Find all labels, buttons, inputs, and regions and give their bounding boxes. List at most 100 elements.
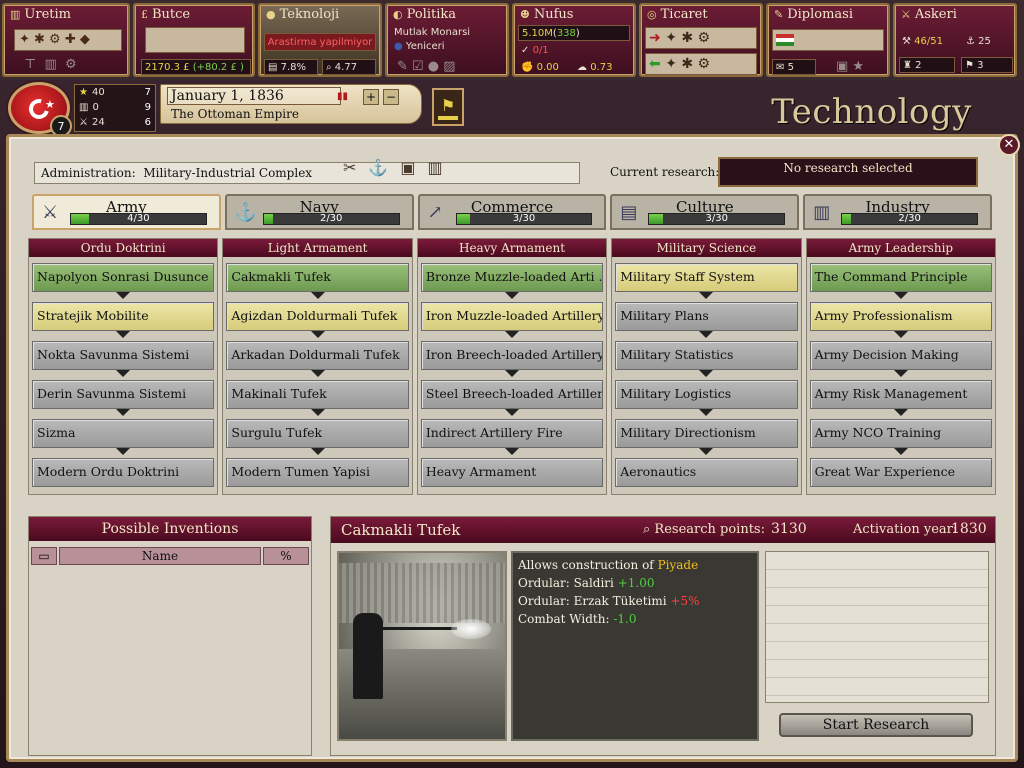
tech-item[interactable]: Heavy Armament	[420, 458, 604, 487]
tab-navy[interactable]: ⚓ Navy 2/30	[224, 194, 414, 230]
tech-item[interactable]: Nokta Savunma Sistemi	[32, 341, 215, 370]
tech-item[interactable]: Modern Ordu Doktrini	[32, 458, 215, 487]
speed-up-button[interactable]: +	[363, 89, 379, 105]
effect-label: Allows construction of	[518, 558, 658, 572]
sphere-flags[interactable]	[772, 29, 884, 51]
people-icon: ☻	[520, 8, 530, 21]
tech-item[interactable]: Bronze Muzzle-loaded Arti ...	[420, 263, 604, 292]
tech-item[interactable]: Military Plans	[615, 302, 798, 331]
exports-row[interactable]: ➜ ✦ ✱ ⚙	[645, 27, 757, 49]
tech-item[interactable]: Cakmakli Tufek	[226, 263, 409, 292]
current-date: January 1, 1836	[171, 88, 284, 104]
tech-item[interactable]: Derin Savunma Sistemi	[32, 380, 215, 409]
navy-count: ⚓ 25	[966, 35, 991, 47]
import-arrow-icon: ⬅	[649, 56, 661, 72]
tab-culture[interactable]: ▤ Culture 3/30	[610, 194, 800, 230]
militancy-value: ✊ 0.00	[521, 61, 559, 73]
leader-icon: ⚑	[965, 59, 974, 71]
tab-progress-text: 4/30	[127, 213, 150, 224]
lightbulb-icon: ●	[266, 8, 276, 21]
tech-item[interactable]: Surgulu Tufek	[226, 419, 409, 448]
tab-progress-text: 2/30	[319, 213, 343, 224]
government-type: Mutlak Monarsi	[394, 26, 471, 38]
remove-anchor-icon[interactable]: ⚓	[368, 158, 388, 177]
tech-item[interactable]: Army Decision Making	[809, 341, 993, 370]
tech-item[interactable]: Iron Breech-loaded Artillery	[420, 341, 604, 370]
tech-item[interactable]: Agizdan Doldurmali Tufek	[226, 302, 409, 331]
column-header: Military Science	[612, 239, 801, 257]
production-panel[interactable]: ▥ Uretim ✦ ✱ ⚙ ✚ ◆ ⊤ ▥ ⚙	[2, 3, 130, 77]
export-arrow-icon: ➜	[649, 30, 661, 46]
tab-army[interactable]: ⚔ Army 4/30	[32, 194, 221, 230]
close-button[interactable]: ✕	[998, 134, 1020, 156]
ruling-party: ● Yeniceri	[394, 40, 445, 52]
tech-item[interactable]: Aeronautics	[615, 458, 798, 487]
trade-panel[interactable]: ◎ Ticaret ➜ ✦ ✱ ⚙ ⬅ ✦ ✱ ⚙	[639, 3, 763, 77]
diplomacy-sub-icons[interactable]: ▣ ★	[836, 59, 864, 74]
tech-column: Heavy Armament Bronze Muzzle-loaded Arti …	[416, 238, 608, 495]
tech-item[interactable]: Army Professionalism	[809, 302, 993, 331]
budget-panel[interactable]: £ Butce 2170.3 £ (+80.2 £ )	[133, 3, 255, 77]
tab-progress-bar: 3/30	[648, 213, 786, 225]
column-header: Ordu Doktrini	[29, 239, 218, 257]
tab-industry[interactable]: ▥ Industry 2/30	[803, 194, 992, 230]
production-sub-icons[interactable]: ⊤ ▥ ⚙	[24, 57, 77, 72]
column-header: Light Armament	[223, 239, 412, 257]
diplomacy-panel[interactable]: ✎ Diplomasi ✉ 5 ▣ ★	[766, 3, 890, 77]
tech-item[interactable]: Iron Muzzle-loaded Artillery	[420, 302, 604, 331]
tech-item[interactable]: Great War Experience	[809, 458, 993, 487]
goods-icons: ✦ ✱ ⚙ ✚ ◆	[14, 29, 122, 51]
tech-arrow-icon	[310, 331, 325, 338]
column-header: Army Leadership	[806, 239, 996, 257]
tech-arrow-icon	[893, 409, 908, 416]
politics-panel[interactable]: ◐ Politika Mutlak Monarsi ● Yeniceri ✎ ☑ …	[385, 3, 509, 77]
tech-item[interactable]: Napolyon Sonrasi Dusunce	[32, 263, 215, 292]
research-status[interactable]: Arastirma yapilmiyor	[264, 33, 376, 51]
tech-item[interactable]: Steel Breech-loaded Artillery	[420, 380, 604, 409]
start-research-button[interactable]: Start Research	[779, 713, 973, 737]
tech-effects: Allows construction of Piyade Ordular: Sa…	[511, 551, 759, 741]
army-count: ⚒ 46/51	[902, 35, 943, 47]
tech-arrow-icon	[505, 409, 520, 416]
inventions-pct-header[interactable]: %	[263, 547, 309, 565]
speed-down-button[interactable]: −	[383, 89, 399, 105]
military-panel[interactable]: ⚔ Askeri ⚒ 46/51 ⚓ 25 ♜ 2 ⚑ 3	[893, 3, 1017, 77]
folder-icon[interactable]: ▭	[31, 547, 57, 565]
population-panel[interactable]: ☻ Nufus 5.10M(338) ✓ 0/1 ✊ 0.00 ☁ 0.73	[512, 3, 636, 77]
tab-commerce[interactable]: ↗ Commerce 3/30	[417, 194, 607, 230]
flag-icon	[776, 34, 794, 46]
speech-icon: ☁	[577, 61, 587, 73]
scroll-icon: ✉	[776, 61, 785, 73]
imports-row[interactable]: ⬅ ✦ ✱ ⚙	[645, 53, 757, 75]
alert-flags-icon[interactable]: ⚑	[432, 88, 464, 126]
pause-icon[interactable]: ▮▮	[337, 91, 351, 103]
tech-item[interactable]: The Command Principle	[809, 263, 993, 292]
fist-icon: ✊	[521, 61, 534, 73]
tech-item[interactable]: Military Directionism	[615, 419, 798, 448]
tech-item[interactable]: Stratejik Mobilite	[32, 302, 215, 331]
tech-item[interactable]: Indirect Artillery Fire	[420, 419, 604, 448]
tech-item[interactable]: Military Logistics	[615, 380, 798, 409]
tech-item[interactable]: Makinali Tufek	[226, 380, 409, 409]
add-factory-icon[interactable]: ▥	[427, 158, 442, 177]
inventions-name-header[interactable]: Name	[59, 547, 261, 565]
tech-arrow-icon	[116, 409, 131, 416]
tech-item[interactable]: Army Risk Management	[809, 380, 993, 409]
tab-progress-bar: 2/30	[262, 213, 400, 225]
tech-item[interactable]: Modern Tumen Yapisi	[226, 458, 409, 487]
technology-panel[interactable]: ● Teknoloji Arastirma yapilmiyor ▤ 7.8% ⌕…	[258, 3, 382, 77]
tech-arrow-icon	[310, 409, 325, 416]
mobilization-count: ♜ 2	[899, 57, 955, 73]
tech-item[interactable]: Military Statistics	[615, 341, 798, 370]
tech-item[interactable]: Arkadan Doldurmali Tufek	[226, 341, 409, 370]
tech-item[interactable]: Sizma	[32, 419, 215, 448]
remove-sword-icon[interactable]: ✂	[343, 158, 356, 177]
tech-item[interactable]: Military Staff System	[615, 263, 798, 292]
politics-sub-icons[interactable]: ✎ ☑ ● ▨	[397, 59, 456, 74]
military-score-icon: ⚔	[79, 117, 88, 128]
tab-progress-bar: 2/30	[841, 213, 978, 225]
tech-item[interactable]: Army NCO Training	[809, 419, 993, 448]
diplomat-count: ✉ 5	[772, 59, 816, 75]
tech-arrow-icon	[699, 331, 714, 338]
remove-document-icon[interactable]: ▣	[400, 158, 415, 177]
